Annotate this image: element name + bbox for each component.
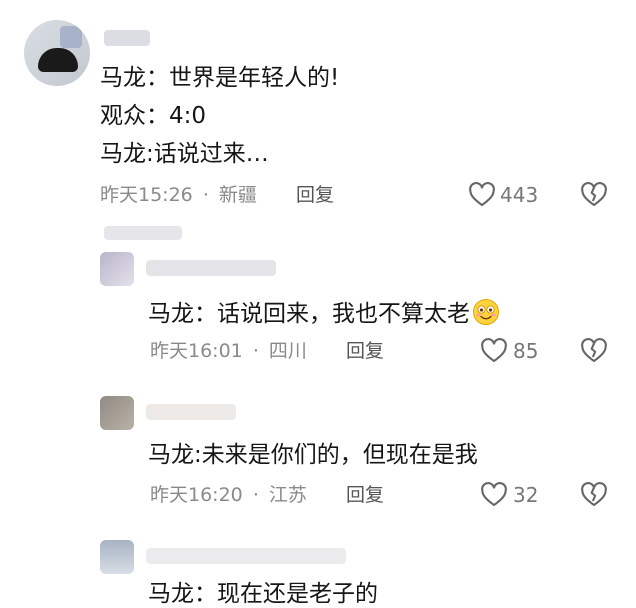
broken-heart-icon[interactable] <box>580 337 608 363</box>
avatar[interactable] <box>100 396 134 430</box>
comment-meta: 昨天15:26 · 新疆 <box>100 183 257 207</box>
username[interactable] <box>146 404 236 420</box>
separator: · <box>252 340 259 362</box>
heart-outline-icon[interactable] <box>468 181 496 207</box>
heart-outline-icon[interactable] <box>480 481 508 507</box>
comment-text-line: 马龙：现在还是老子的 <box>148 581 378 607</box>
timestamp: 昨天15:26 <box>100 184 193 206</box>
location: 江苏 <box>268 484 307 506</box>
username[interactable] <box>146 260 276 276</box>
avatar[interactable] <box>100 252 134 286</box>
location: 四川 <box>268 340 307 362</box>
timestamp: 昨天16:01 <box>150 340 243 362</box>
reply-button[interactable]: 回复 <box>346 483 384 507</box>
comment-text-line: 马龙：世界是年轻人的! <box>100 65 340 91</box>
broken-heart-icon[interactable] <box>580 181 608 207</box>
comment-text-line: 观众：4:0 <box>100 103 207 129</box>
username[interactable] <box>104 30 150 46</box>
comment-text-line: 马龙:话说过来… <box>100 141 269 167</box>
comment-meta: 昨天16:20 · 江苏 <box>150 483 307 507</box>
smiling-face-emoji-icon <box>473 299 499 325</box>
location: 新疆 <box>218 184 257 206</box>
reply-button[interactable]: 回复 <box>296 183 334 207</box>
blurred-content <box>104 226 182 240</box>
like-count: 85 <box>513 339 539 363</box>
comment-text: 马龙：话说回来，我也不算太老 <box>148 301 470 327</box>
separator: · <box>252 484 259 506</box>
avatar[interactable] <box>24 20 90 86</box>
comment-text-line: 马龙：话说回来，我也不算太老 <box>148 298 500 328</box>
like-count: 443 <box>500 183 539 207</box>
avatar[interactable] <box>100 540 134 574</box>
broken-heart-icon[interactable] <box>580 481 608 507</box>
comment-text-line: 马龙:未来是你们的，但现在是我 <box>148 442 478 468</box>
username[interactable] <box>146 548 346 564</box>
heart-outline-icon[interactable] <box>480 337 508 363</box>
reply-button[interactable]: 回复 <box>346 339 384 363</box>
separator: · <box>202 184 209 206</box>
timestamp: 昨天16:20 <box>150 484 243 506</box>
comment-meta: 昨天16:01 · 四川 <box>150 339 307 363</box>
like-count: 32 <box>513 483 539 507</box>
